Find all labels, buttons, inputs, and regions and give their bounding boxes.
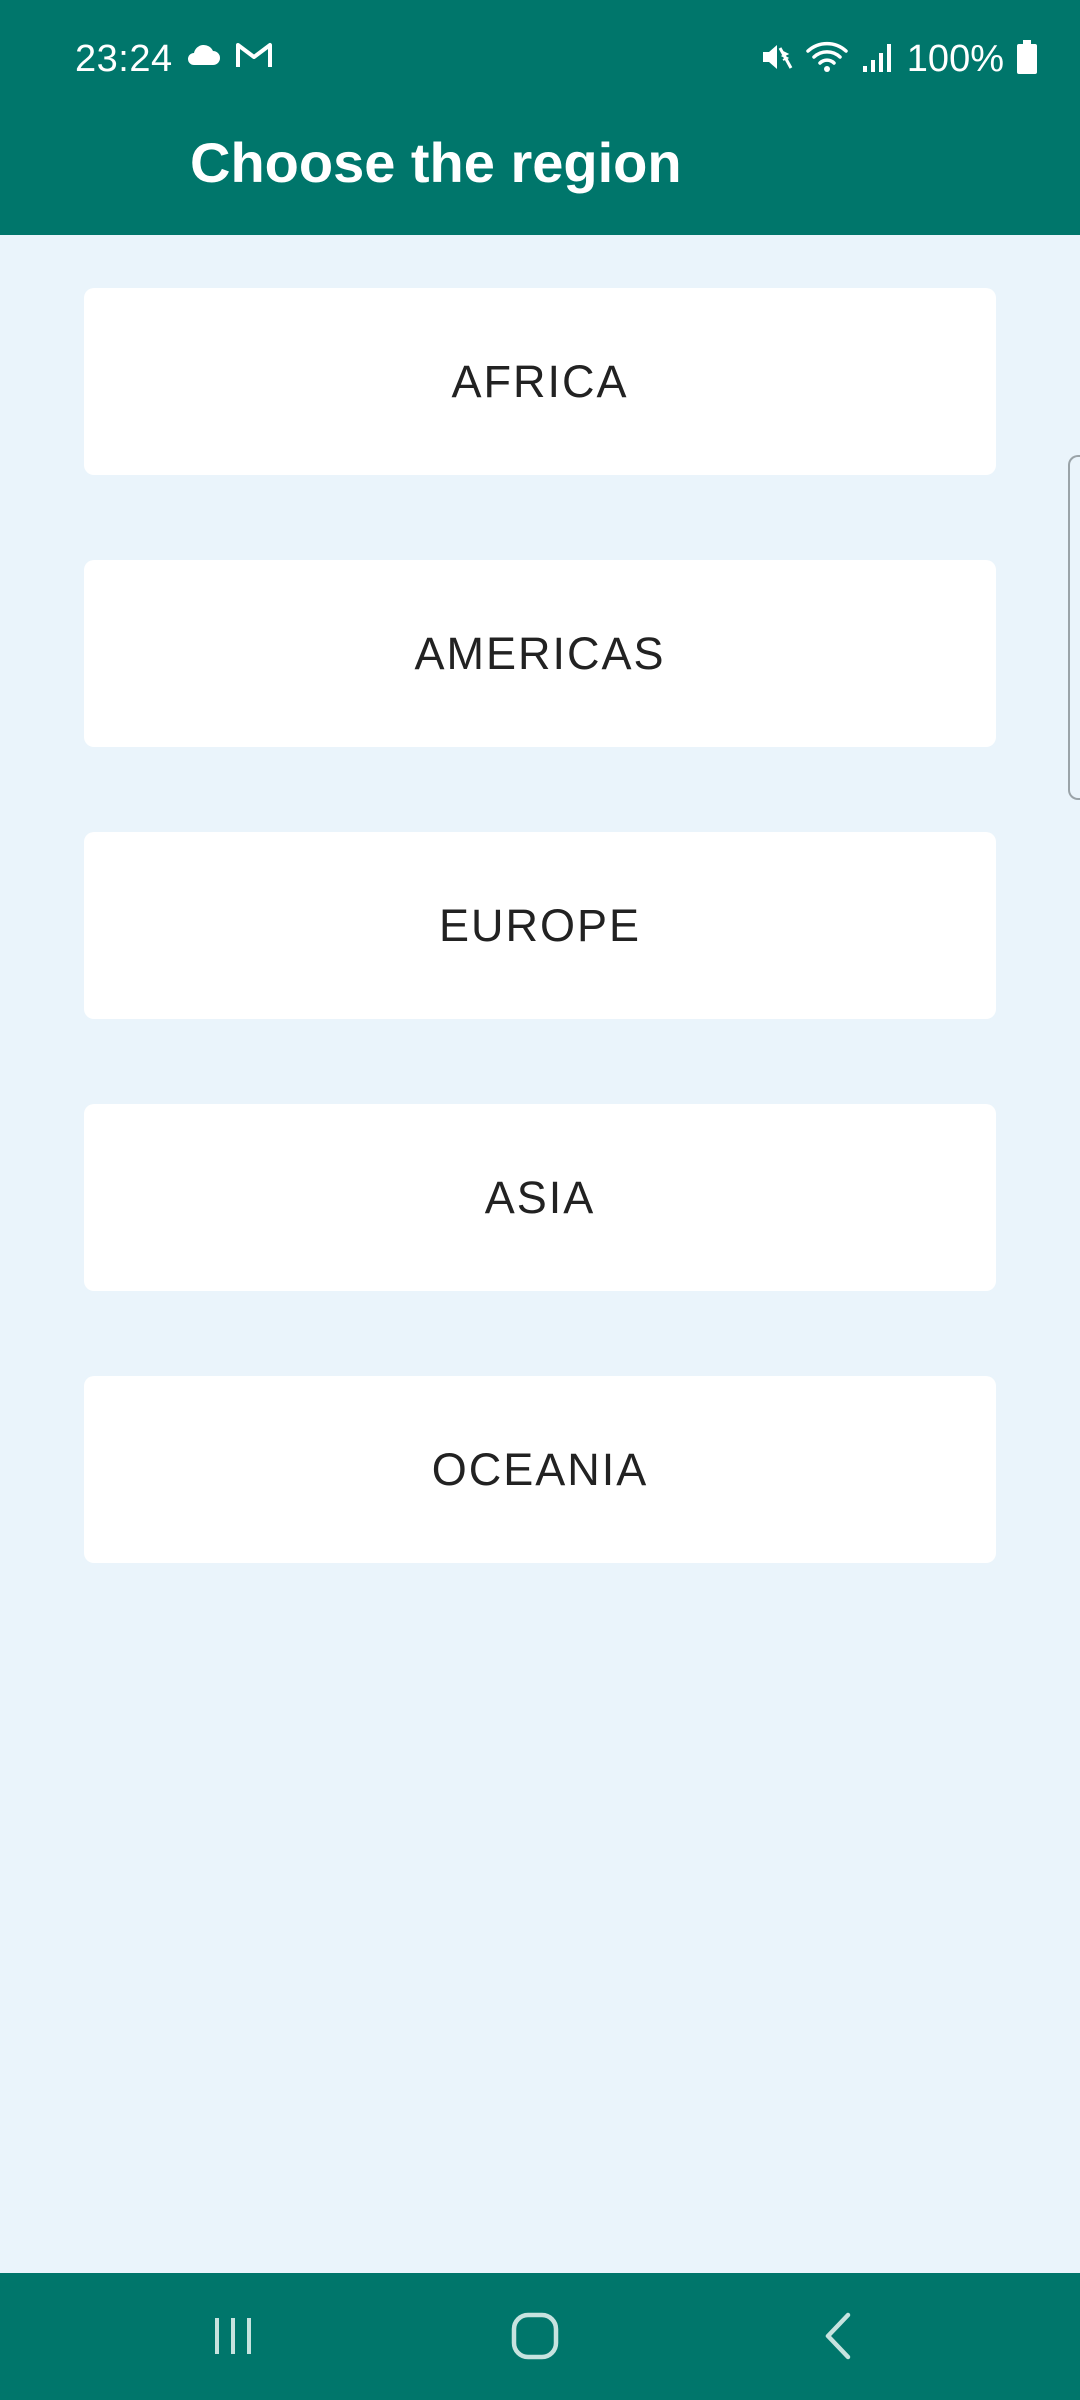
- page-title: Choose the region: [190, 131, 682, 194]
- navigation-bar: [0, 2273, 1080, 2400]
- back-icon[interactable]: [798, 2303, 878, 2369]
- status-left-icons: [185, 40, 273, 75]
- recents-icon[interactable]: [193, 2303, 273, 2369]
- home-icon[interactable]: [495, 2303, 575, 2369]
- region-list: AFRICA AMERICAS EUROPE ASIA OCEANIA: [84, 288, 996, 1648]
- header: 23:24 100% Choose the region: [0, 0, 1080, 235]
- screen: 23:24 100% Choose the region AFRICA AMER…: [0, 0, 1080, 2400]
- gmail-icon: [235, 40, 273, 75]
- region-button-asia[interactable]: ASIA: [84, 1104, 996, 1291]
- status-time: 23:24: [75, 38, 173, 80]
- status-right: 100%: [759, 38, 1038, 81]
- edge-panel-handle[interactable]: [1068, 455, 1080, 800]
- region-button-oceania[interactable]: OCEANIA: [84, 1376, 996, 1563]
- status-bar: 23:24 100%: [0, 0, 1080, 120]
- battery-percent: 100%: [906, 38, 1004, 80]
- region-button-europe[interactable]: EUROPE: [84, 832, 996, 1019]
- mute-icon: [759, 40, 793, 79]
- cloud-icon: [185, 43, 221, 72]
- region-button-africa[interactable]: AFRICA: [84, 288, 996, 475]
- region-button-americas[interactable]: AMERICAS: [84, 560, 996, 747]
- wifi-icon: [805, 40, 849, 79]
- signal-icon: [861, 40, 895, 79]
- battery-icon: [1016, 40, 1038, 79]
